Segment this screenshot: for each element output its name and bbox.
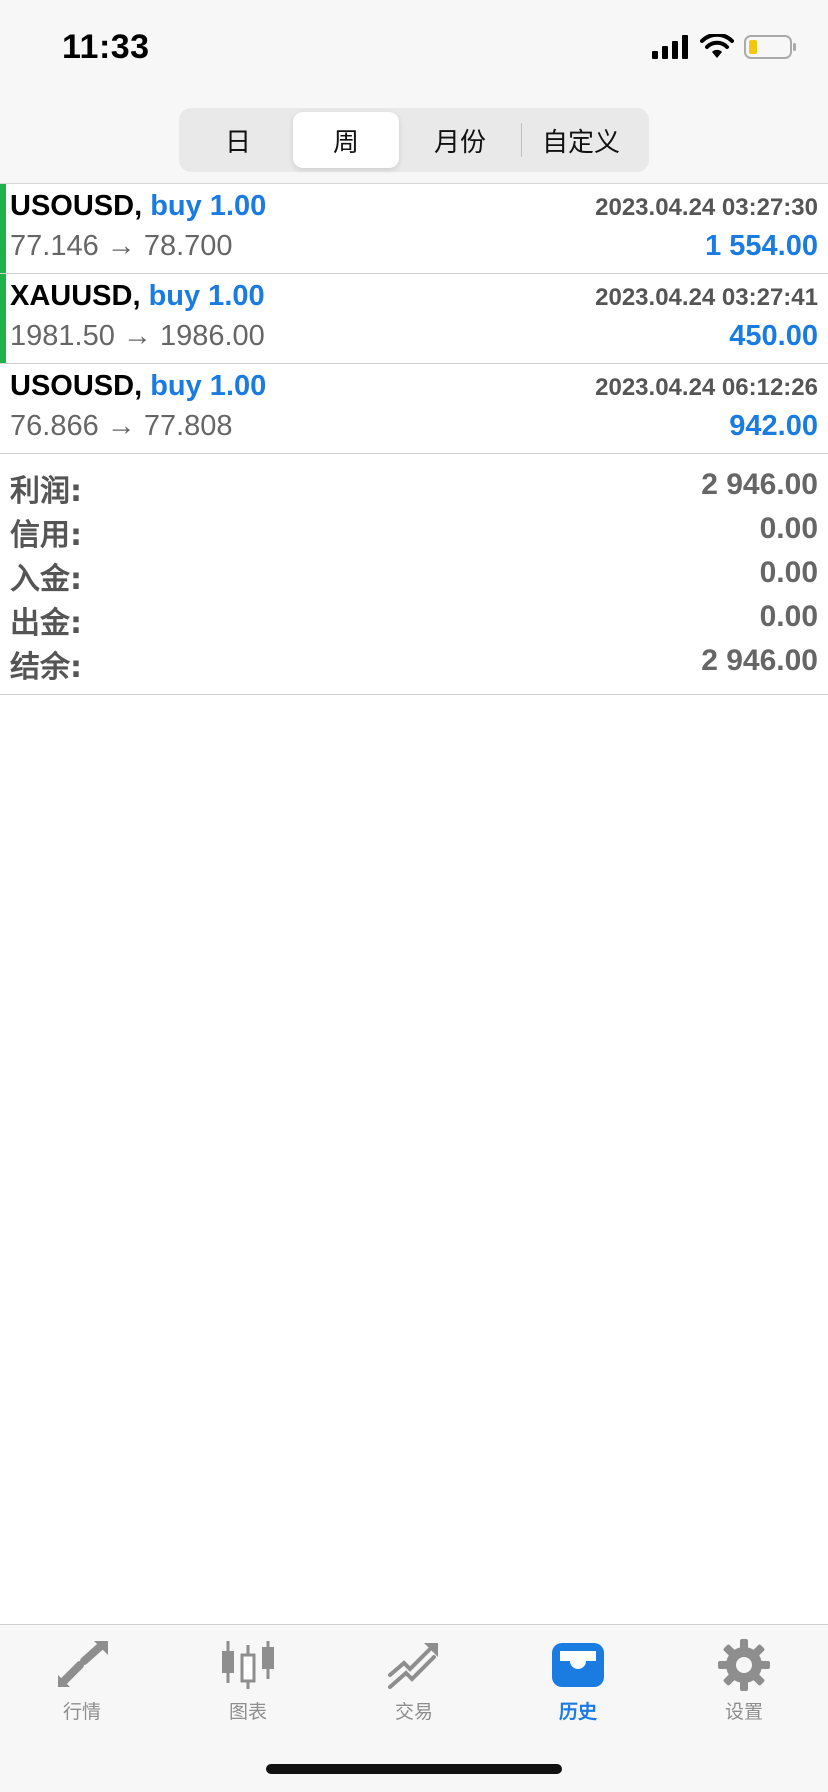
- period-tab-week[interactable]: 周: [293, 112, 399, 168]
- trade-marker: [0, 274, 6, 363]
- tab-history[interactable]: 历史: [518, 1639, 638, 1724]
- period-tab-month[interactable]: 月份: [399, 112, 521, 168]
- summary-deposit-row: 入金: 0.00: [0, 552, 828, 597]
- tab-label: 历史: [558, 1701, 597, 1723]
- trade-type: buy 1.00: [142, 190, 267, 222]
- trade-profit: 1 554.00: [705, 230, 818, 262]
- quotes-icon: [58, 1641, 108, 1687]
- trade-symbol: USOUSD, buy 1.00: [10, 370, 267, 402]
- summary-label: 信用:: [10, 518, 82, 553]
- period-tab-day[interactable]: 日: [183, 112, 293, 168]
- tab-label: 交易: [394, 1701, 433, 1723]
- settings-icon: [718, 1639, 770, 1691]
- summary-value: 2 946.00: [701, 468, 818, 501]
- battery-icon: [744, 35, 796, 59]
- summary-label: 利润:: [10, 474, 82, 509]
- tab-label: 设置: [724, 1701, 763, 1723]
- tab-label: 行情: [62, 1701, 101, 1723]
- trade-type: buy 1.00: [140, 280, 265, 312]
- account-summary: 利润: 2 946.00 信用: 0.00 入金: 0.00 出金: 0.00 …: [0, 454, 828, 695]
- summary-label: 入金:: [10, 562, 82, 597]
- trade-time: 2023.04.24 03:27:30: [595, 194, 818, 221]
- summary-balance-row: 结余: 2 946.00: [0, 640, 828, 685]
- trade-type: buy 1.00: [142, 370, 267, 402]
- summary-value: 0.00: [759, 556, 818, 589]
- trade-row[interactable]: USOUSD, buy 1.00 2023.04.24 06:12:26 76.…: [0, 364, 828, 454]
- history-header: 日 周 月份 自定义: [0, 100, 828, 184]
- trade-profit: 450.00: [729, 320, 818, 352]
- chart-icon: [222, 1641, 274, 1689]
- trade-profit: 942.00: [729, 410, 818, 442]
- status-time: 11:33: [62, 28, 150, 66]
- status-bar: 11:33: [0, 0, 828, 100]
- trade-icon: [388, 1643, 438, 1689]
- trade-symbol: XAUUSD, buy 1.00: [10, 280, 265, 312]
- trade-row[interactable]: USOUSD, buy 1.00 2023.04.24 03:27:30 77.…: [0, 184, 828, 274]
- summary-value: 0.00: [759, 600, 818, 633]
- trade-time: 2023.04.24 03:27:41: [595, 284, 818, 311]
- status-icons: [652, 34, 798, 60]
- trade-symbol: USOUSD, buy 1.00: [10, 190, 267, 222]
- summary-value: 2 946.00: [701, 644, 818, 677]
- tab-settings[interactable]: 设置: [684, 1639, 804, 1724]
- tab-trade[interactable]: 交易: [354, 1639, 474, 1724]
- trade-prices: 76.866 → 77.808: [10, 410, 233, 442]
- history-icon: [552, 1643, 604, 1687]
- summary-profit-row: 利润: 2 946.00: [0, 464, 828, 509]
- period-tab-custom[interactable]: 自定义: [522, 112, 640, 168]
- tab-chart[interactable]: 图表: [188, 1639, 308, 1724]
- summary-withdrawal-row: 出金: 0.00: [0, 596, 828, 641]
- trade-time: 2023.04.24 06:12:26: [595, 374, 818, 401]
- tab-quotes[interactable]: 行情: [22, 1639, 142, 1724]
- tab-label: 图表: [228, 1701, 267, 1723]
- trade-row[interactable]: XAUUSD, buy 1.00 2023.04.24 03:27:41 198…: [0, 274, 828, 364]
- home-indicator: [266, 1764, 562, 1774]
- summary-credit-row: 信用: 0.00: [0, 508, 828, 553]
- wifi-icon: [700, 34, 734, 58]
- summary-value: 0.00: [759, 512, 818, 545]
- summary-label: 出金:: [10, 606, 82, 641]
- trade-prices: 1981.50 → 1986.00: [10, 320, 265, 352]
- history-list: USOUSD, buy 1.00 2023.04.24 03:27:30 77.…: [0, 184, 828, 695]
- trade-marker: [0, 184, 6, 273]
- cellular-signal-icon: [652, 35, 688, 59]
- trade-prices: 77.146 → 78.700: [10, 230, 233, 262]
- summary-label: 结余:: [10, 650, 82, 685]
- period-segmented-control: 日 周 月份 自定义: [179, 108, 649, 172]
